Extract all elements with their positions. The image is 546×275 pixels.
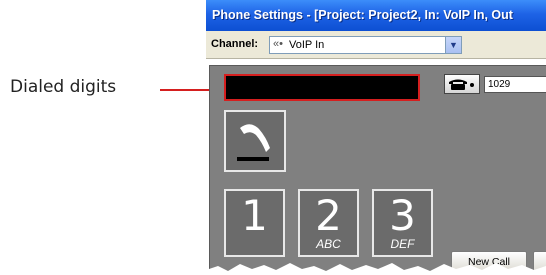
- phone-panel: 1029 1 2 ABC 3 DEF New Call: [209, 65, 546, 275]
- keypad-key-1[interactable]: 1: [224, 189, 285, 257]
- telephone-icon: [449, 79, 474, 90]
- phone-settings-window: Phone Settings - [Project: Project2, In:…: [206, 0, 546, 275]
- key-digit: 2: [315, 191, 342, 240]
- handset-icon: [237, 124, 270, 161]
- channel-toolbar: Channel: «• VoIP In ▼: [206, 31, 546, 59]
- callout-label: Dialed digits: [10, 77, 117, 97]
- channel-value: VoIP In: [289, 39, 325, 51]
- torn-edge: [206, 263, 546, 275]
- connection-icon: «•: [273, 38, 283, 50]
- line-button[interactable]: [444, 74, 480, 94]
- key-digit: 3: [389, 191, 416, 240]
- line-number-field[interactable]: 1029: [484, 76, 546, 93]
- key-digit: 1: [241, 191, 268, 240]
- dialed-digits-display: [224, 74, 420, 101]
- keypad-key-3[interactable]: 3 DEF: [372, 189, 433, 257]
- channel-select[interactable]: «• VoIP In ▼: [269, 36, 462, 54]
- key-letters: ABC: [316, 237, 341, 251]
- keypad-key-2[interactable]: 2 ABC: [298, 189, 359, 257]
- channel-label: Channel:: [211, 38, 259, 50]
- window-title[interactable]: Phone Settings - [Project: Project2, In:…: [206, 0, 546, 31]
- key-letters: DEF: [390, 237, 415, 251]
- handset-button[interactable]: [224, 110, 286, 172]
- chevron-down-icon[interactable]: ▼: [445, 37, 461, 53]
